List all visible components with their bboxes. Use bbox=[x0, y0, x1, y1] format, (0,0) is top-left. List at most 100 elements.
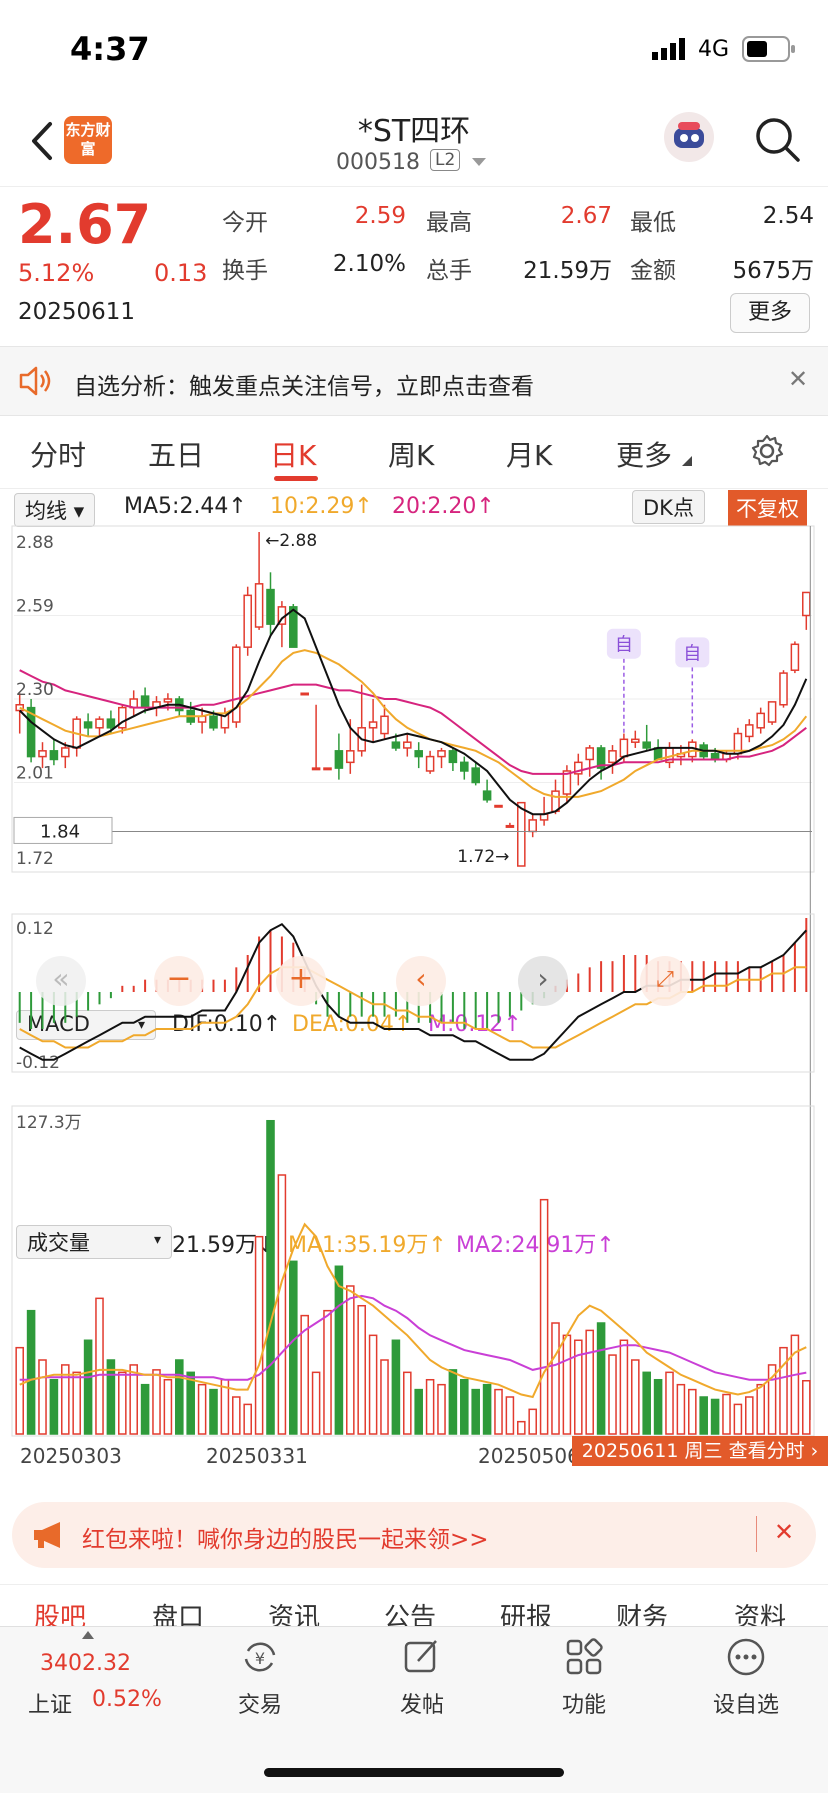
stock-header: 东方财富 *ST四环 000518 L2 bbox=[0, 96, 828, 186]
high-value: 2.67 bbox=[560, 203, 612, 229]
volume-bar bbox=[15, 1346, 24, 1435]
status-time: 4:37 bbox=[70, 30, 150, 68]
compose-post-icon[interactable] bbox=[402, 1637, 442, 1677]
date-tooltip[interactable]: 20250611 周三 查看分时 › bbox=[572, 1436, 828, 1466]
subtab-profile[interactable]: 资料 bbox=[734, 1597, 786, 1627]
volume-bar bbox=[699, 1396, 708, 1435]
triangle-up-icon bbox=[82, 1631, 94, 1639]
change-percent: 5.12% bbox=[18, 259, 95, 287]
zoom-in-button[interactable]: + bbox=[276, 956, 326, 1006]
high-label: 最高 bbox=[426, 210, 472, 236]
zoom-out-button[interactable]: − bbox=[154, 956, 204, 1006]
subtab-announcements[interactable]: 公告 bbox=[384, 1597, 436, 1627]
volume-bar bbox=[368, 1334, 378, 1435]
candle-body bbox=[425, 755, 435, 772]
subtab-pankou[interactable]: 盘口 bbox=[152, 1597, 204, 1627]
settings-gear-icon[interactable] bbox=[750, 434, 784, 468]
index-change: 0.52% bbox=[92, 1687, 162, 1712]
period-tabs: 分时 五日 日K 周K 月K 更多 bbox=[0, 414, 828, 489]
promo-text: 红包来啦！喊你身边的股民一起来领>> bbox=[82, 1527, 489, 1553]
volume-bar bbox=[243, 1403, 252, 1435]
kline-tick-label: 2.01 bbox=[16, 764, 54, 784]
ma20-legend: 20:2.20↑ bbox=[392, 494, 495, 519]
volume-bar bbox=[551, 1322, 560, 1435]
fullscreen-icon[interactable]: ⤢ bbox=[640, 956, 690, 1006]
active-tab-underline bbox=[274, 476, 318, 481]
trade-label[interactable]: 交易 bbox=[200, 1687, 320, 1719]
volume-bar bbox=[585, 1329, 594, 1435]
candle-body bbox=[49, 750, 59, 761]
robot-assistant-icon[interactable] bbox=[664, 112, 714, 162]
functions-label[interactable]: 功能 bbox=[524, 1687, 644, 1719]
candle-body bbox=[608, 750, 617, 764]
volume-bar bbox=[482, 1383, 492, 1435]
amount-label: 金额 bbox=[630, 258, 676, 284]
volume-bar bbox=[710, 1398, 720, 1435]
scroll-left-fast-button[interactable]: « bbox=[36, 956, 86, 1006]
kline-tick-label: 2.59 bbox=[16, 597, 54, 617]
candle-body bbox=[311, 767, 321, 771]
volume-bar bbox=[232, 1396, 241, 1435]
volume-bar bbox=[152, 1369, 161, 1435]
ma5-legend: MA5:2.44↑ bbox=[124, 494, 247, 519]
candle-body bbox=[631, 738, 640, 743]
volume-bar bbox=[562, 1334, 572, 1435]
candle-body bbox=[140, 695, 150, 709]
macd-top-tick: 0.12 bbox=[16, 919, 54, 939]
ma10-line bbox=[19, 649, 808, 798]
candle-body bbox=[517, 801, 526, 867]
candle-body bbox=[289, 606, 298, 648]
tab-fenshi[interactable]: 分时 bbox=[30, 434, 86, 474]
close-icon[interactable]: ✕ bbox=[788, 365, 808, 393]
volume-bar bbox=[631, 1359, 640, 1435]
date-label-3: 20250506 bbox=[478, 1444, 580, 1468]
volume-bar bbox=[596, 1322, 606, 1435]
close-icon[interactable]: ✕ bbox=[774, 1518, 794, 1546]
quote-panel: 2.67 5.12% 0.13 20250611 今开 2.59 最高 2.67… bbox=[0, 186, 828, 347]
candle-body bbox=[403, 741, 412, 749]
volume-bar bbox=[460, 1378, 469, 1435]
level2-badge[interactable]: L2 bbox=[430, 149, 461, 171]
candle-body bbox=[368, 721, 378, 729]
kline-tick-label: 1.72 bbox=[16, 849, 54, 869]
dk-point-button[interactable]: DK点 bbox=[632, 490, 705, 524]
post-label[interactable]: 发帖 bbox=[362, 1687, 482, 1719]
scroll-right-button[interactable]: › bbox=[518, 956, 568, 1006]
tab-more[interactable]: 更多 bbox=[616, 434, 672, 474]
date-tooltip-text: 20250611 周三 查看分时 bbox=[581, 1440, 805, 1462]
last-price: 2.67 bbox=[18, 193, 152, 256]
tab-weekly-k[interactable]: 周K bbox=[388, 434, 434, 474]
analysis-alert-banner[interactable]: 自选分析：触发重点关注信号，立即点击查看 ✕ bbox=[0, 346, 828, 416]
volume-bar bbox=[665, 1371, 674, 1435]
volume-bar bbox=[802, 1379, 811, 1435]
trade-icon[interactable]: ¥ bbox=[240, 1637, 280, 1677]
functions-grid-icon[interactable] bbox=[564, 1637, 604, 1677]
candle-body bbox=[745, 724, 754, 738]
volume-bar bbox=[608, 1354, 617, 1435]
chevron-down-icon[interactable] bbox=[472, 158, 486, 168]
amount-value: 5675万 bbox=[732, 258, 814, 284]
volume-bar bbox=[323, 1309, 332, 1435]
index-value[interactable]: 3402.32 bbox=[40, 1651, 131, 1676]
subtab-news[interactable]: 资讯 bbox=[268, 1597, 320, 1627]
tab-five-day[interactable]: 五日 bbox=[148, 434, 204, 474]
candle-body bbox=[38, 750, 47, 758]
volume-bar bbox=[38, 1359, 47, 1435]
watchlist-label[interactable]: 设自选 bbox=[686, 1687, 806, 1719]
scroll-left-button[interactable]: ‹ bbox=[396, 956, 446, 1006]
add-watchlist-icon[interactable] bbox=[726, 1637, 766, 1677]
turnover-value: 2.10% bbox=[332, 251, 406, 277]
crosshair-price-label: 1.84 bbox=[40, 821, 80, 842]
candle-body bbox=[300, 692, 309, 696]
subtab-research[interactable]: 研报 bbox=[500, 1597, 552, 1627]
kline-tick-label: 2.30 bbox=[16, 680, 54, 700]
subtab-finance[interactable]: 财务 bbox=[616, 1597, 668, 1627]
more-quote-button[interactable]: 更多 bbox=[730, 293, 810, 333]
content-subtabs: 股吧 盘口 资讯 公告 研报 财务 资料 bbox=[0, 1584, 828, 1627]
search-icon[interactable] bbox=[752, 114, 802, 164]
tab-daily-k[interactable]: 日K bbox=[270, 434, 316, 474]
low-value: 2.54 bbox=[762, 203, 814, 229]
red-packet-promo[interactable]: 红包来啦！喊你身边的股民一起来领>> ✕ bbox=[12, 1502, 816, 1568]
tab-monthly-k[interactable]: 月K bbox=[506, 434, 552, 474]
subtab-guba[interactable]: 股吧 bbox=[34, 1597, 86, 1627]
